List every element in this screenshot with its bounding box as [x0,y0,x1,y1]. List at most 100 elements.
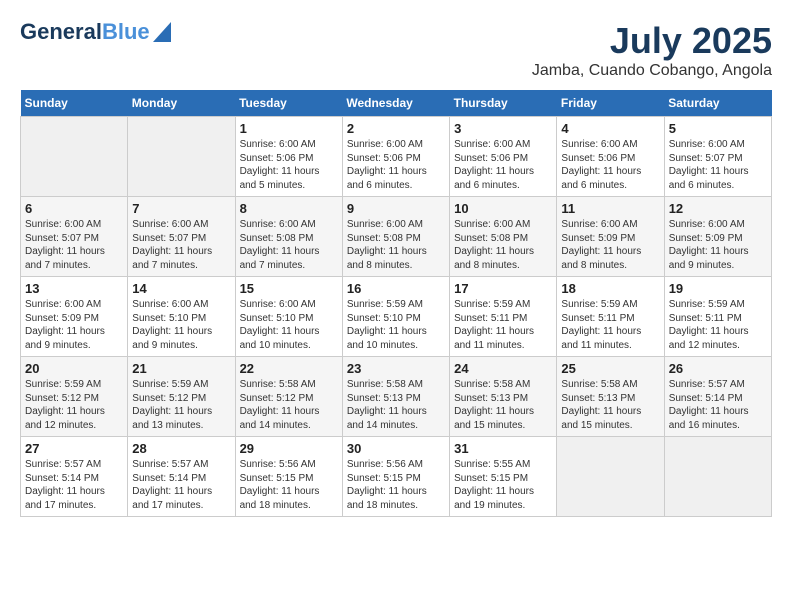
calendar-cell [557,437,664,517]
day-detail: Sunrise: 6:00 AM Sunset: 5:07 PM Dayligh… [25,218,123,272]
calendar-week-2: 6Sunrise: 6:00 AM Sunset: 5:07 PM Daylig… [21,197,772,277]
day-detail: Sunrise: 6:00 AM Sunset: 5:08 PM Dayligh… [347,218,445,272]
calendar-cell: 21Sunrise: 5:59 AM Sunset: 5:12 PM Dayli… [128,357,235,437]
day-detail: Sunrise: 6:00 AM Sunset: 5:06 PM Dayligh… [240,138,338,192]
day-number: 19 [669,281,767,296]
calendar-week-3: 13 Sunrise: 6:00 AM Sunset: 5:09 PM Dayli… [21,277,772,357]
calendar-cell: 22 Sunrise: 5:58 AM Sunset: 5:12 PM Dayli… [235,357,342,437]
calendar-cell [21,117,128,197]
day-detail: Sunrise: 5:59 AM Sunset: 5:11 PM Dayligh… [454,298,552,352]
day-number: 13 [25,281,123,296]
calendar-cell: 26Sunrise: 5:57 AM Sunset: 5:14 PM Dayli… [664,357,771,437]
calendar-cell: 12 Sunrise: 6:00 AM Sunset: 5:09 PM Dayli… [664,197,771,277]
day-detail: Sunrise: 6:00 AM Sunset: 5:10 PM Dayligh… [240,298,338,352]
calendar-cell: 15 Sunrise: 6:00 AM Sunset: 5:10 PM Dayli… [235,277,342,357]
day-detail: Sunrise: 6:00 AM Sunset: 5:10 PM Dayligh… [132,298,230,352]
day-number: 1 [240,121,338,136]
calendar-cell: 20 Sunrise: 5:59 AM Sunset: 5:12 PM Dayli… [21,357,128,437]
day-detail: Sunrise: 5:59 AM Sunset: 5:12 PM Dayligh… [25,378,123,432]
calendar-cell: 31Sunrise: 5:55 AM Sunset: 5:15 PM Dayli… [450,437,557,517]
calendar-cell: 16Sunrise: 5:59 AM Sunset: 5:10 PM Dayli… [342,277,449,357]
calendar-cell: 3 Sunrise: 6:00 AM Sunset: 5:06 PM Daylig… [450,117,557,197]
weekday-thursday: Thursday [450,90,557,117]
title-block: July 2025 Jamba, Cuando Cobango, Angola [532,20,772,80]
calendar-table: SundayMondayTuesdayWednesdayThursdayFrid… [20,90,772,517]
calendar-cell: 11Sunrise: 6:00 AM Sunset: 5:09 PM Dayli… [557,197,664,277]
weekday-sunday: Sunday [21,90,128,117]
day-number: 26 [669,361,767,376]
weekday-header-row: SundayMondayTuesdayWednesdayThursdayFrid… [21,90,772,117]
day-number: 12 [669,201,767,216]
calendar-cell: 29 Sunrise: 5:56 AM Sunset: 5:15 PM Dayli… [235,437,342,517]
calendar-week-4: 20 Sunrise: 5:59 AM Sunset: 5:12 PM Dayli… [21,357,772,437]
day-number: 9 [347,201,445,216]
weekday-saturday: Saturday [664,90,771,117]
day-number: 17 [454,281,552,296]
calendar-cell: 25Sunrise: 5:58 AM Sunset: 5:13 PM Dayli… [557,357,664,437]
calendar-cell: 9 Sunrise: 6:00 AM Sunset: 5:08 PM Daylig… [342,197,449,277]
weekday-tuesday: Tuesday [235,90,342,117]
day-detail: Sunrise: 6:00 AM Sunset: 5:06 PM Dayligh… [561,138,659,192]
day-detail: Sunrise: 5:55 AM Sunset: 5:15 PM Dayligh… [454,458,552,512]
day-number: 28 [132,441,230,456]
calendar-cell: 23Sunrise: 5:58 AM Sunset: 5:13 PM Dayli… [342,357,449,437]
day-detail: Sunrise: 6:00 AM Sunset: 5:09 PM Dayligh… [561,218,659,272]
calendar-body: 1 Sunrise: 6:00 AM Sunset: 5:06 PM Daylig… [21,117,772,517]
calendar-cell [664,437,771,517]
day-detail: Sunrise: 5:56 AM Sunset: 5:15 PM Dayligh… [347,458,445,512]
day-detail: Sunrise: 6:00 AM Sunset: 5:07 PM Dayligh… [132,218,230,272]
day-number: 14 [132,281,230,296]
calendar-cell [128,117,235,197]
day-detail: Sunrise: 6:00 AM Sunset: 5:06 PM Dayligh… [347,138,445,192]
day-number: 16 [347,281,445,296]
day-detail: Sunrise: 6:00 AM Sunset: 5:08 PM Dayligh… [240,218,338,272]
day-detail: Sunrise: 6:00 AM Sunset: 5:09 PM Dayligh… [669,218,767,272]
calendar-cell: 28 Sunrise: 5:57 AM Sunset: 5:14 PM Dayli… [128,437,235,517]
page-header: GeneralBlue July 2025 Jamba, Cuando Coba… [20,20,772,80]
day-detail: Sunrise: 5:58 AM Sunset: 5:13 PM Dayligh… [454,378,552,432]
day-number: 22 [240,361,338,376]
day-detail: Sunrise: 6:00 AM Sunset: 5:06 PM Dayligh… [454,138,552,192]
day-number: 8 [240,201,338,216]
calendar-cell: 5 Sunrise: 6:00 AM Sunset: 5:07 PM Daylig… [664,117,771,197]
day-number: 3 [454,121,552,136]
calendar-cell: 10Sunrise: 6:00 AM Sunset: 5:08 PM Dayli… [450,197,557,277]
day-number: 2 [347,121,445,136]
day-number: 30 [347,441,445,456]
day-number: 27 [25,441,123,456]
logo: GeneralBlue [20,20,171,44]
day-detail: Sunrise: 5:56 AM Sunset: 5:15 PM Dayligh… [240,458,338,512]
day-number: 29 [240,441,338,456]
calendar-cell: 1 Sunrise: 6:00 AM Sunset: 5:06 PM Daylig… [235,117,342,197]
day-detail: Sunrise: 5:58 AM Sunset: 5:12 PM Dayligh… [240,378,338,432]
day-detail: Sunrise: 6:00 AM Sunset: 5:07 PM Dayligh… [669,138,767,192]
day-number: 21 [132,361,230,376]
calendar-cell: 4 Sunrise: 6:00 AM Sunset: 5:06 PM Daylig… [557,117,664,197]
calendar-cell: 6Sunrise: 6:00 AM Sunset: 5:07 PM Daylig… [21,197,128,277]
logo-text: GeneralBlue [20,20,150,44]
calendar-cell: 17 Sunrise: 5:59 AM Sunset: 5:11 PM Dayli… [450,277,557,357]
day-detail: Sunrise: 5:57 AM Sunset: 5:14 PM Dayligh… [132,458,230,512]
calendar-cell: 19 Sunrise: 5:59 AM Sunset: 5:11 PM Dayli… [664,277,771,357]
day-detail: Sunrise: 5:59 AM Sunset: 5:11 PM Dayligh… [669,298,767,352]
calendar-cell: 24Sunrise: 5:58 AM Sunset: 5:13 PM Dayli… [450,357,557,437]
day-detail: Sunrise: 6:00 AM Sunset: 5:09 PM Dayligh… [25,298,123,352]
day-number: 15 [240,281,338,296]
calendar-week-5: 27 Sunrise: 5:57 AM Sunset: 5:14 PM Dayli… [21,437,772,517]
day-number: 4 [561,121,659,136]
day-number: 20 [25,361,123,376]
calendar-cell: 8 Sunrise: 6:00 AM Sunset: 5:08 PM Daylig… [235,197,342,277]
day-number: 23 [347,361,445,376]
weekday-monday: Monday [128,90,235,117]
day-detail: Sunrise: 5:59 AM Sunset: 5:11 PM Dayligh… [561,298,659,352]
day-number: 18 [561,281,659,296]
calendar-cell: 30 Sunrise: 5:56 AM Sunset: 5:15 PM Dayli… [342,437,449,517]
day-number: 5 [669,121,767,136]
calendar-cell: 18 Sunrise: 5:59 AM Sunset: 5:11 PM Dayli… [557,277,664,357]
calendar-cell: 27 Sunrise: 5:57 AM Sunset: 5:14 PM Dayli… [21,437,128,517]
day-number: 25 [561,361,659,376]
month-year: July 2025 [532,20,772,62]
day-detail: Sunrise: 5:57 AM Sunset: 5:14 PM Dayligh… [25,458,123,512]
location: Jamba, Cuando Cobango, Angola [532,62,772,80]
calendar-cell: 2 Sunrise: 6:00 AM Sunset: 5:06 PM Daylig… [342,117,449,197]
